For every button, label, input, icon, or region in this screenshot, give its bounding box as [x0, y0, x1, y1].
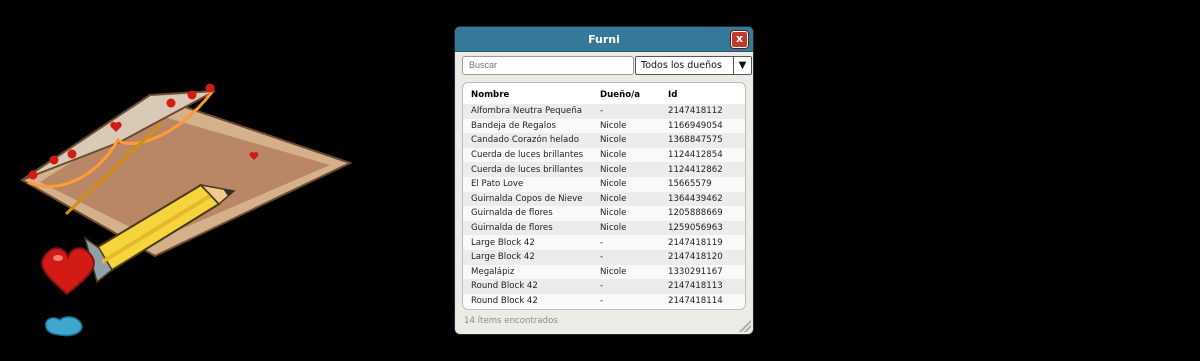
column-header-owner[interactable]: Dueño/a: [600, 90, 668, 100]
chevron-down-icon[interactable]: ▼: [733, 57, 751, 74]
table-row[interactable]: Guirnalda de flores Nicole 1205888669: [463, 206, 745, 221]
cell-owner: Nicole: [600, 179, 627, 190]
table-body: Alfombra Neutra Pequeña - 2147418112 Ban…: [463, 104, 745, 309]
cell-name: Cuerda de luces brillantes: [471, 150, 584, 161]
cell-owner: -: [600, 106, 604, 117]
titlebar[interactable]: Furni x: [455, 27, 753, 52]
rose: [49, 155, 59, 165]
cell-owner: Nicole: [600, 223, 627, 234]
cell-id: 1259056963: [668, 223, 723, 234]
furni-scene-illustration: [20, 83, 353, 337]
cell-owner: Nicole: [600, 135, 627, 146]
owner-filter-select[interactable]: Todos los dueños ▼: [635, 56, 752, 75]
cell-name: Large Block 42: [471, 252, 535, 263]
table-header: Nombre Dueño/a Id: [463, 86, 745, 104]
cell-owner: -: [600, 296, 604, 307]
big-heart-icon: [41, 247, 95, 296]
cell-id: 2147418114: [668, 296, 723, 307]
rose: [28, 170, 38, 180]
table-row[interactable]: Large Block 42 - 2147418120: [463, 249, 745, 265]
cell-id: 1368847575: [668, 135, 723, 146]
column-header-name[interactable]: Nombre: [463, 90, 600, 100]
table-row[interactable]: Large Block 42 - 2147418119: [463, 235, 745, 250]
table-row[interactable]: Bandeja de Regalos Nicole 1166949054: [463, 118, 745, 134]
table-row[interactable]: Guirnalda Copos de Nieve Nicole 13644394…: [463, 191, 745, 207]
cell-id: 1205888669: [668, 208, 723, 219]
cell-owner: Nicole: [600, 150, 627, 161]
resize-grip-icon[interactable]: [739, 320, 751, 332]
cell-name: Candado Corazón helado: [471, 135, 579, 146]
cell-owner: Nicole: [600, 266, 627, 277]
cloud-icon: [45, 316, 83, 337]
table-row[interactable]: Round Block 42 - 2147418114: [463, 293, 745, 309]
table-row[interactable]: El Pato Love Nicole 15665579: [463, 176, 745, 192]
cell-owner: -: [600, 281, 604, 292]
table-row[interactable]: Cuerda de luces brillantes Nicole 112441…: [463, 162, 745, 177]
window-title: Furni: [588, 32, 620, 46]
table-row[interactable]: Candado Corazón helado Nicole 1368847575: [463, 133, 745, 148]
cell-name: Large Block 42: [471, 237, 535, 248]
cell-name: Guirnalda de flores: [471, 208, 553, 219]
cell-owner: -: [600, 252, 604, 263]
cell-name: Megalápiz: [471, 266, 515, 277]
cell-id: 2147418119: [668, 237, 723, 248]
cell-name: Cuerda de luces brillantes: [471, 164, 584, 175]
cell-owner: Nicole: [600, 193, 627, 204]
table-row[interactable]: Megalápiz Nicole 1330291167: [463, 264, 745, 280]
close-icon: x: [735, 32, 744, 45]
cell-name: Bandeja de Regalos: [471, 120, 556, 131]
cell-id: 2147418120: [668, 252, 723, 263]
cell-id: 1364439462: [668, 193, 723, 204]
table-row[interactable]: Cuerda de luces brillantes Nicole 112441…: [463, 147, 745, 163]
owner-filter-value: Todos los dueños: [641, 60, 722, 71]
furni-window: Furni x Todos los dueños ▼ Nombre Dueño/…: [454, 26, 754, 335]
item-count-label: 14 ítems encontrados: [464, 316, 558, 326]
cell-name: El Pato Love: [471, 179, 524, 190]
cell-owner: Nicole: [600, 120, 627, 131]
cell-id: 1124412862: [668, 164, 723, 175]
rose: [205, 83, 215, 93]
table-row[interactable]: Alfombra Neutra Pequeña - 2147418112: [463, 104, 745, 119]
cell-name: Guirnalda de flores: [471, 223, 553, 234]
cell-name: Round Block 42: [471, 281, 538, 292]
furni-list: Nombre Dueño/a Id Alfombra Neutra Pequeñ…: [462, 82, 746, 310]
cell-id: 2147418112: [668, 106, 723, 117]
search-input[interactable]: [462, 56, 634, 75]
close-button[interactable]: x: [731, 31, 748, 48]
cell-id: 2147418113: [668, 281, 723, 292]
rose: [187, 90, 197, 100]
cell-id: 1124412854: [668, 150, 723, 161]
cell-owner: -: [600, 237, 604, 248]
cell-name: Alfombra Neutra Pequeña: [471, 106, 583, 117]
cell-owner: Nicole: [600, 164, 627, 175]
cell-name: Guirnalda Copos de Nieve: [471, 193, 583, 204]
rose: [67, 149, 77, 159]
furni-scene: [0, 0, 420, 357]
cell-name: Round Block 42: [471, 296, 538, 307]
table-row[interactable]: Guirnalda de flores Nicole 1259056963: [463, 220, 745, 236]
table-row[interactable]: Round Block 42 - 2147418113: [463, 279, 745, 294]
cell-id: 1330291167: [668, 266, 723, 277]
cell-id: 15665579: [668, 179, 712, 190]
cell-owner: Nicole: [600, 208, 627, 219]
column-header-id[interactable]: Id: [668, 90, 738, 100]
cell-id: 1166949054: [668, 120, 723, 131]
rose: [166, 98, 176, 108]
